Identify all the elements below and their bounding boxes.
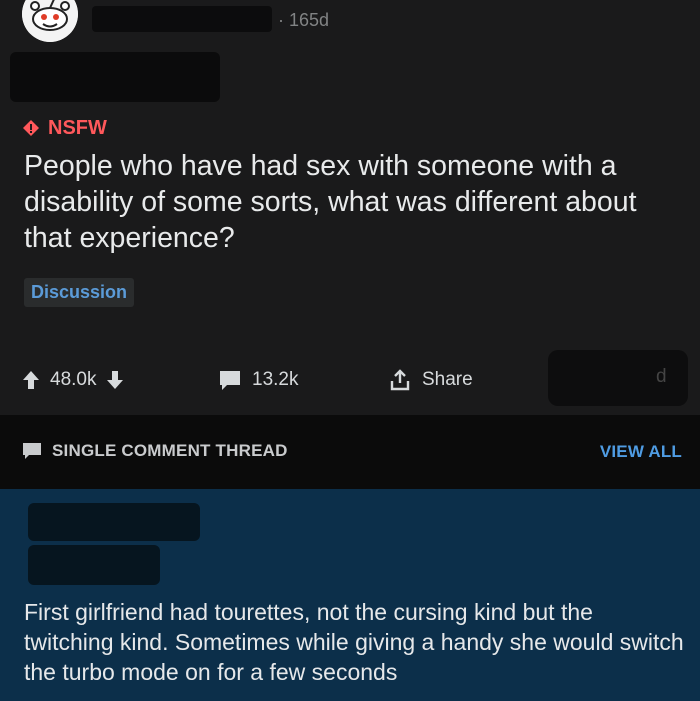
reddit-avatar-icon[interactable] bbox=[22, 0, 78, 42]
nsfw-diamond-icon bbox=[23, 120, 39, 136]
share-button[interactable]: Share bbox=[388, 362, 473, 398]
comment-icon bbox=[220, 371, 240, 390]
upvote-count: 48.0k bbox=[50, 369, 97, 390]
nsfw-tag: NSFW bbox=[22, 116, 107, 140]
thread-label: SINGLE COMMENT THREAD bbox=[52, 441, 288, 460]
redacted-comment-meta bbox=[28, 545, 160, 585]
redacted-awards bbox=[548, 350, 688, 406]
post-flair[interactable]: Discussion bbox=[24, 278, 135, 307]
post-header: · 165d bbox=[22, 0, 682, 42]
redacted-user-flair bbox=[10, 52, 220, 102]
thread-comment-icon bbox=[23, 443, 41, 459]
comment-count: 13.2k bbox=[252, 369, 299, 390]
vote-group: 48.0k bbox=[22, 362, 124, 398]
post-card: · 165d NSFW People who have had sex with… bbox=[0, 0, 700, 415]
award-suffix: d bbox=[656, 366, 667, 387]
share-icon bbox=[390, 369, 410, 391]
single-thread-bar: SINGLE COMMENT THREAD VIEW ALL bbox=[0, 415, 700, 489]
redacted-username bbox=[92, 6, 272, 32]
post-age: · 165d bbox=[278, 10, 330, 30]
comment-body: First girlfriend had tourettes, not the … bbox=[24, 599, 684, 685]
post-title[interactable]: People who have had sex with someone wit… bbox=[24, 148, 664, 256]
thread-label-group: SINGLE COMMENT THREAD bbox=[22, 441, 288, 461]
downvote-icon[interactable] bbox=[106, 370, 124, 390]
nsfw-label: NSFW bbox=[48, 116, 107, 139]
upvote-icon[interactable] bbox=[22, 370, 40, 390]
view-all-link[interactable]: VIEW ALL bbox=[600, 442, 682, 462]
comments-button[interactable]: 13.2k bbox=[218, 362, 298, 398]
redacted-comment-author bbox=[28, 503, 200, 541]
highlighted-comment: First girlfriend had tourettes, not the … bbox=[0, 489, 700, 701]
share-label: Share bbox=[422, 369, 473, 390]
